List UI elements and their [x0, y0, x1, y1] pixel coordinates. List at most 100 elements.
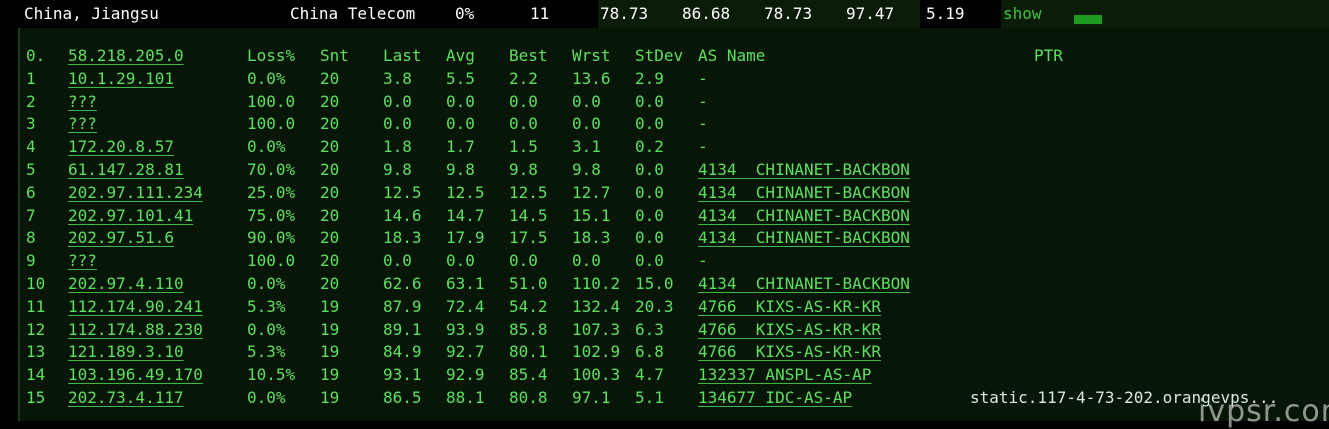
cell-snt: 20: [320, 274, 340, 293]
header-host[interactable]: 58.218.205.0: [68, 45, 184, 67]
cell-avg: 92.7: [446, 342, 485, 362]
cell-last: 0.0: [383, 251, 412, 271]
cell-last: 9.8: [383, 160, 412, 179]
cell-snt: 20: [320, 228, 340, 248]
cell-asname[interactable]: 132337 ANSPL-AS-AP: [698, 364, 871, 386]
cell-asname[interactable]: 4134 CHINANET-BACKBON: [698, 159, 910, 181]
cell-wrst: 18.3: [572, 228, 611, 248]
cell-avg: 14.7: [446, 205, 485, 225]
cell-host[interactable]: ???: [68, 113, 97, 135]
stat-value-2: 86.68: [682, 4, 731, 23]
header-snt: Snt: [320, 46, 349, 65]
cell-asname[interactable]: 4134 CHINANET-BACKBON: [698, 227, 910, 249]
cell-avg: 12.5: [446, 182, 485, 202]
cell-wrst: 13.6: [572, 68, 611, 88]
cell-avg: 0.0: [446, 114, 475, 134]
cell-asname[interactable]: 4134 CHINANET-BACKBON: [698, 205, 910, 227]
cell-num: 9: [26, 251, 36, 271]
cell-num: 11: [26, 296, 46, 316]
cell-best: 85.8: [509, 319, 548, 339]
cell-asname[interactable]: 134677 IDC-AS-AP: [698, 387, 852, 409]
cell-num: 4: [26, 137, 36, 157]
cell-snt: 19: [320, 365, 340, 385]
cell-last: 86.5: [383, 388, 422, 407]
cell-asname[interactable]: 4134 CHINANET-BACKBON: [698, 182, 910, 204]
cell-stdev: 0.0: [635, 228, 664, 248]
cell-asname: -: [698, 137, 708, 157]
cell-stdev: 4.7: [635, 365, 664, 385]
cell-stdev: 0.0: [635, 205, 664, 225]
cell-host[interactable]: 202.97.101.41: [68, 205, 193, 227]
header-asname: AS Name: [698, 46, 766, 65]
cell-num: 8: [26, 228, 36, 248]
cell-host[interactable]: 202.97.51.6: [68, 227, 174, 249]
cell-snt: 19: [320, 296, 340, 316]
header-stdev: StDev: [635, 46, 684, 65]
cell-host[interactable]: 61.147.28.81: [68, 159, 184, 181]
cell-snt: 20: [320, 68, 340, 88]
cell-last: 93.1: [383, 365, 422, 385]
cell-best: 12.5: [509, 182, 548, 202]
cell-host[interactable]: 121.189.3.10: [68, 341, 184, 363]
cell-avg: 92.9: [446, 365, 485, 385]
header-last: Last: [383, 46, 422, 65]
latency-mini-bar: [1074, 15, 1102, 24]
cell-loss: 90.0%: [247, 228, 296, 248]
cell-loss: 25.0%: [247, 182, 296, 202]
cell-avg: 93.9: [446, 319, 485, 339]
cell-host[interactable]: ???: [68, 250, 97, 272]
cell-avg: 63.1: [446, 274, 485, 293]
cell-loss: 0.0%: [247, 137, 286, 157]
cell-avg: 0.0: [446, 91, 475, 111]
cell-snt: 20: [320, 137, 340, 157]
cell-snt: 20: [320, 91, 340, 111]
cell-snt: 19: [320, 319, 340, 339]
isp-label: China Telecom: [290, 4, 416, 23]
cell-num: 12: [26, 319, 46, 339]
cell-best: 80.8: [509, 388, 548, 407]
cell-num: 3: [26, 114, 36, 134]
cell-wrst: 15.1: [572, 205, 611, 225]
cell-num: 7: [26, 205, 36, 225]
cell-last: 14.6: [383, 205, 422, 225]
cell-host[interactable]: 103.196.49.170: [68, 364, 203, 386]
cell-wrst: 102.9: [572, 342, 621, 362]
cell-asname: -: [698, 91, 708, 111]
cell-host[interactable]: 202.73.4.117: [68, 387, 184, 409]
cell-host[interactable]: 172.20.8.57: [68, 136, 174, 158]
show-toggle[interactable]: show: [1003, 4, 1042, 24]
cell-host[interactable]: ???: [68, 91, 97, 113]
cell-avg: 9.8: [446, 160, 475, 179]
summary-bar: China, Jiangsu China Telecom 0% 11 78.73…: [0, 0, 1329, 28]
cell-host[interactable]: 202.97.4.110: [68, 273, 184, 295]
cell-loss: 0.0%: [247, 68, 286, 88]
cell-asname[interactable]: 4766 KIXS-AS-KR-KR: [698, 296, 881, 318]
cell-host[interactable]: 202.97.111.234: [68, 182, 203, 204]
cell-stdev: 0.0: [635, 114, 664, 134]
cell-avg: 0.0: [446, 251, 475, 271]
cell-wrst: 107.3: [572, 319, 621, 339]
cell-host[interactable]: 112.174.90.241: [68, 296, 203, 318]
cell-avg: 1.7: [446, 137, 475, 157]
cell-asname: -: [698, 114, 708, 134]
cell-best: 9.8: [509, 160, 538, 179]
cell-wrst: 0.0: [572, 251, 601, 271]
cell-snt: 20: [320, 205, 340, 225]
cell-wrst: 132.4: [572, 296, 621, 316]
cell-asname[interactable]: 4134 CHINANET-BACKBON: [698, 273, 910, 295]
actions-highlight: [1001, 0, 1329, 28]
cell-host[interactable]: 112.174.88.230: [68, 319, 203, 341]
cell-avg: 5.5: [446, 68, 475, 88]
hops-value: 11: [530, 4, 550, 23]
cell-host[interactable]: 10.1.29.101: [68, 68, 174, 90]
cell-last: 12.5: [383, 182, 422, 202]
cell-loss: 5.3%: [247, 342, 286, 362]
cell-last: 0.0: [383, 114, 412, 134]
stat-value-5: 5.19: [926, 4, 965, 23]
cell-asname[interactable]: 4766 KIXS-AS-KR-KR: [698, 319, 881, 341]
cell-best: 85.4: [509, 365, 548, 385]
header-best: Best: [509, 46, 548, 65]
cell-last: 62.6: [383, 274, 422, 293]
cell-asname[interactable]: 4766 KIXS-AS-KR-KR: [698, 341, 881, 363]
loss-value: 0%: [455, 4, 475, 23]
